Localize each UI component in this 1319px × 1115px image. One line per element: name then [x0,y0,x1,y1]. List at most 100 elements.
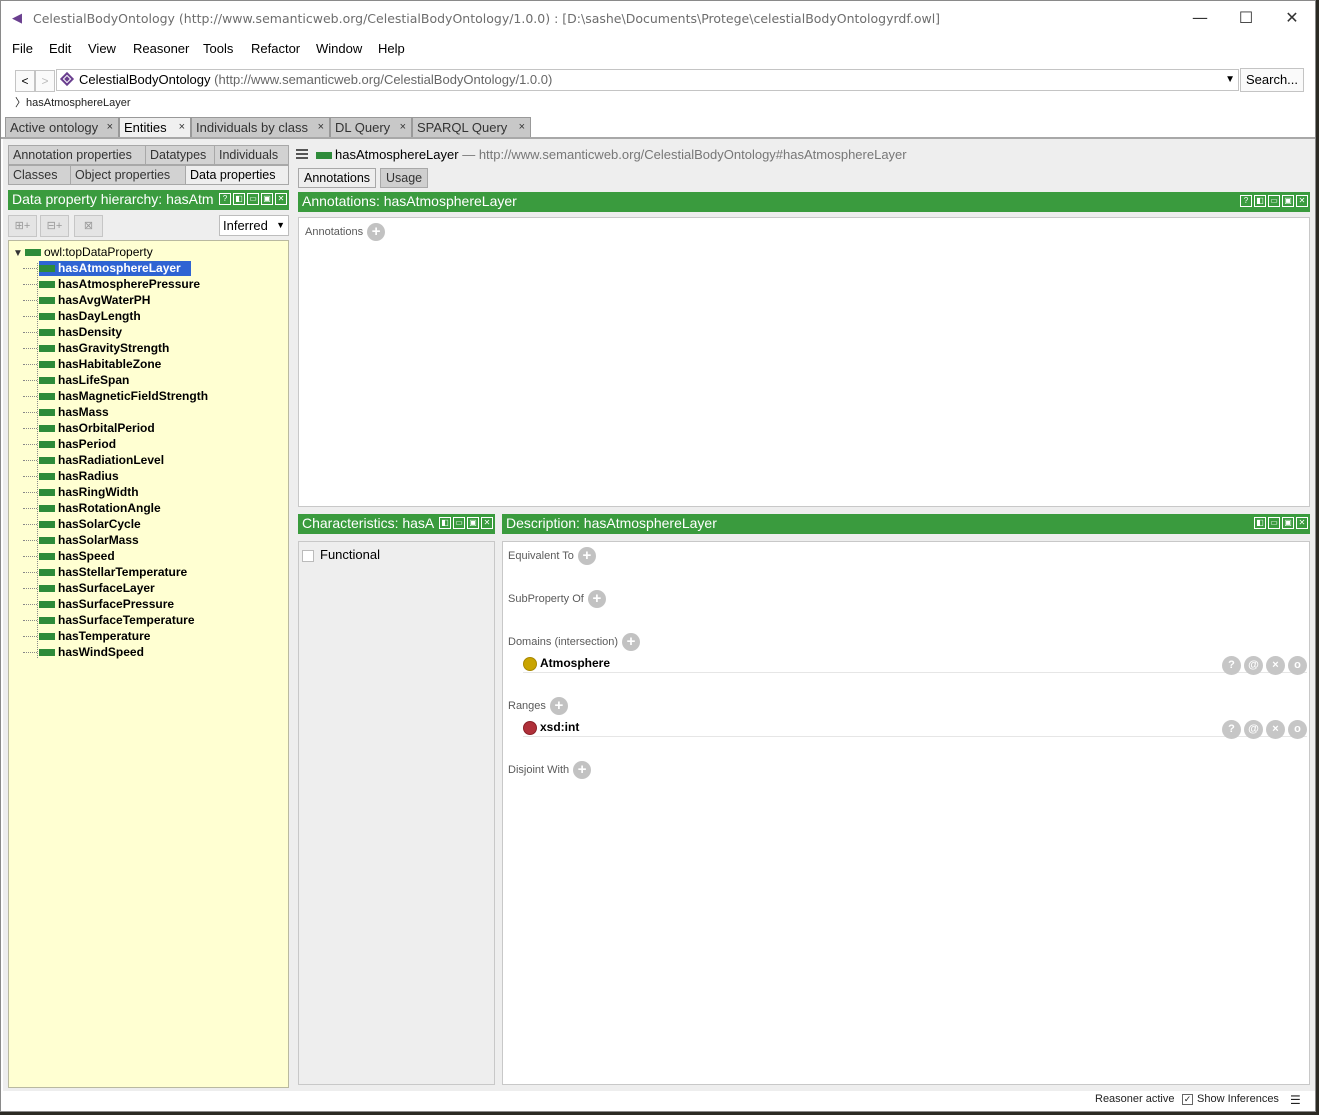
tree-item[interactable]: hasAtmospherePressure [23,277,200,292]
split-icon[interactable]: ◧ [439,517,451,529]
back-button[interactable]: < [15,70,35,92]
domain-row[interactable]: Atmosphere ? @ × o [523,653,1307,675]
tree-item[interactable]: hasSurfaceLayer [23,581,155,596]
explain-icon[interactable]: ? [1222,656,1241,675]
split-icon[interactable]: ◧ [1254,195,1266,207]
tree-item[interactable]: hasStellarTemperature [23,565,187,580]
minimize-view-icon[interactable]: ▭ [247,193,259,205]
tree-item[interactable]: hasHabitableZone [23,357,161,372]
subtab-data-properties[interactable]: Data properties [185,165,289,185]
minimize-view-icon[interactable]: ▭ [1268,517,1280,529]
menu-tools[interactable]: Tools [203,41,233,56]
tree-item[interactable]: hasAtmosphereLayer [23,261,191,276]
close-view-icon[interactable]: ✕ [1296,517,1308,529]
chevron-down-icon[interactable]: ▼ [1225,70,1235,90]
forward-button[interactable]: > [35,70,55,92]
subtab-object-properties[interactable]: Object properties [70,165,186,185]
tab-active-ontology[interactable]: Active ontology × [5,117,119,138]
show-inferences-checkbox[interactable]: ✓ [1182,1093,1193,1105]
close-tab-icon[interactable]: × [318,118,324,137]
tree-item[interactable]: hasSpeed [23,549,115,564]
tree-item[interactable]: hasSolarCycle [23,517,141,532]
add-annotation-button[interactable]: + [367,223,386,241]
close-view-icon[interactable]: ✕ [275,193,287,205]
ontology-selector[interactable]: CelestialBodyOntology (http://www.semant… [56,69,1239,91]
delete-property-button[interactable]: ⊠ [74,215,103,237]
tab-individuals-by-class[interactable]: Individuals by class × [191,117,330,138]
tab-usage[interactable]: Usage [380,168,429,188]
tab-sparql-query[interactable]: SPARQL Query × [412,117,531,138]
menu-view[interactable]: View [88,41,116,56]
tab-entities[interactable]: Entities × [119,117,191,138]
tab-dl-query[interactable]: DL Query × [330,117,412,138]
tree-item[interactable]: hasRotationAngle [23,501,161,516]
tree-item[interactable]: hasMass [23,405,109,420]
tree-item[interactable]: hasSolarMass [23,533,139,548]
menu-file[interactable]: File [12,41,33,56]
tree-item[interactable]: hasRadiationLevel [23,453,164,468]
minimize-view-icon[interactable]: ▭ [453,517,465,529]
subtab-datatypes[interactable]: Datatypes [145,145,215,165]
breadcrumb-item[interactable]: hasAtmosphereLayer [26,97,131,109]
menu-window[interactable]: Window [316,41,362,56]
close-view-icon[interactable]: ✕ [481,517,493,529]
explain-icon[interactable]: ? [1222,720,1241,739]
annotate-icon[interactable]: @ [1244,656,1263,675]
edit-icon[interactable]: o [1288,656,1307,675]
tree-root[interactable]: ▼ owl:topDataProperty [13,245,153,259]
log-icon[interactable]: ☰ [1290,1093,1301,1107]
tree-item[interactable]: hasAvgWaterPH [23,293,150,308]
menu-reasoner[interactable]: Reasoner [133,41,189,56]
tree-item[interactable]: hasRadius [23,469,119,484]
add-subproperty-button[interactable]: + [587,590,606,608]
tab-annotations[interactable]: Annotations [298,168,377,188]
tree-item[interactable]: hasDayLength [23,309,141,324]
add-range-button[interactable]: + [549,697,568,715]
add-domain-button[interactable]: + [622,633,641,651]
close-tab-icon[interactable]: × [519,118,525,137]
help-icon[interactable]: ? [219,193,231,205]
tree-item[interactable]: hasWindSpeed [23,645,144,660]
domain-value[interactable]: Atmosphere [540,656,610,670]
menu-help[interactable]: Help [378,41,405,56]
maximize-view-icon[interactable]: ▣ [1282,517,1294,529]
minimize-view-icon[interactable]: ▭ [1268,195,1280,207]
tree-item[interactable]: hasOrbitalPeriod [23,421,155,436]
expand-triangle-icon[interactable]: ▼ [13,248,25,259]
delete-icon[interactable]: × [1266,656,1285,675]
maximize-view-icon[interactable]: ▣ [467,517,479,529]
tree-item[interactable]: hasDensity [23,325,122,340]
menu-refactor[interactable]: Refactor [251,41,300,56]
subtab-individuals[interactable]: Individuals [214,145,289,165]
tree-item[interactable]: hasTemperature [23,629,150,644]
tree-item[interactable]: hasSurfacePressure [23,597,174,612]
maximize-view-icon[interactable]: ▣ [1282,195,1294,207]
close-view-icon[interactable]: ✕ [1296,195,1308,207]
menu-edit[interactable]: Edit [49,41,71,56]
maximize-button[interactable]: ☐ [1223,5,1269,31]
tree-item[interactable]: hasGravityStrength [23,341,169,356]
help-icon[interactable]: ? [1240,195,1252,207]
menu-icon[interactable] [296,149,308,159]
subtab-annotation-properties[interactable]: Annotation properties [8,145,146,165]
close-button[interactable]: ✕ [1269,5,1315,31]
functional-checkbox-row[interactable]: Functional [302,547,380,562]
maximize-view-icon[interactable]: ▣ [261,193,273,205]
add-disjoint-button[interactable]: + [573,761,592,779]
edit-icon[interactable]: o [1288,720,1307,739]
close-tab-icon[interactable]: × [400,118,406,137]
tree-item[interactable]: hasMagneticFieldStrength [23,389,208,404]
subtab-classes[interactable]: Classes [8,165,71,185]
annotate-icon[interactable]: @ [1244,720,1263,739]
close-tab-icon[interactable]: × [107,118,113,137]
functional-checkbox[interactable] [302,549,314,562]
minimize-button[interactable]: — [1177,5,1223,31]
range-row[interactable]: xsd:int ? @ × o [523,717,1307,739]
tree-item[interactable]: hasRingWidth [23,485,139,500]
search-button[interactable]: Search... [1240,68,1304,92]
tree-item[interactable]: hasSurfaceTemperature [23,613,195,628]
show-inferences-toggle[interactable]: ✓ Show Inferences [1182,1093,1279,1105]
tree-item[interactable]: hasLifeSpan [23,373,129,388]
inferred-view-select[interactable]: Inferred ▼ [219,215,289,236]
add-sibling-property-button[interactable]: ⊟+ [40,215,69,237]
